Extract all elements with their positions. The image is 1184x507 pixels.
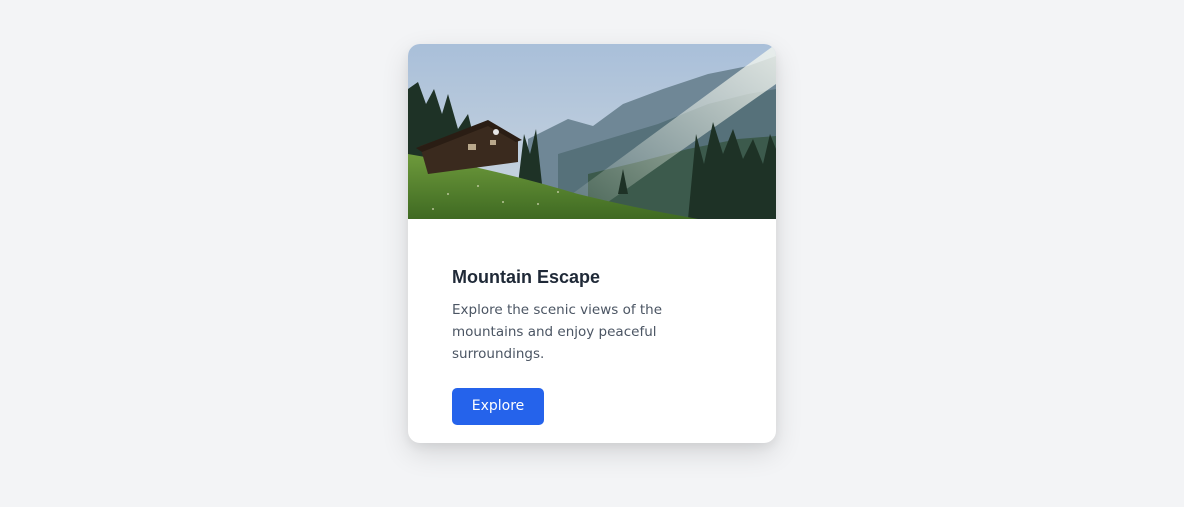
explore-button[interactable]: Explore <box>452 388 544 425</box>
card-title: Mountain Escape <box>452 267 601 287</box>
destination-card: Mountain Escape Explore the scenic views… <box>408 44 776 443</box>
card-body: Mountain Escape Explore the scenic views… <box>408 219 776 425</box>
card-image <box>408 44 776 219</box>
card-description: Explore the scenic views of the mountain… <box>452 302 663 362</box>
